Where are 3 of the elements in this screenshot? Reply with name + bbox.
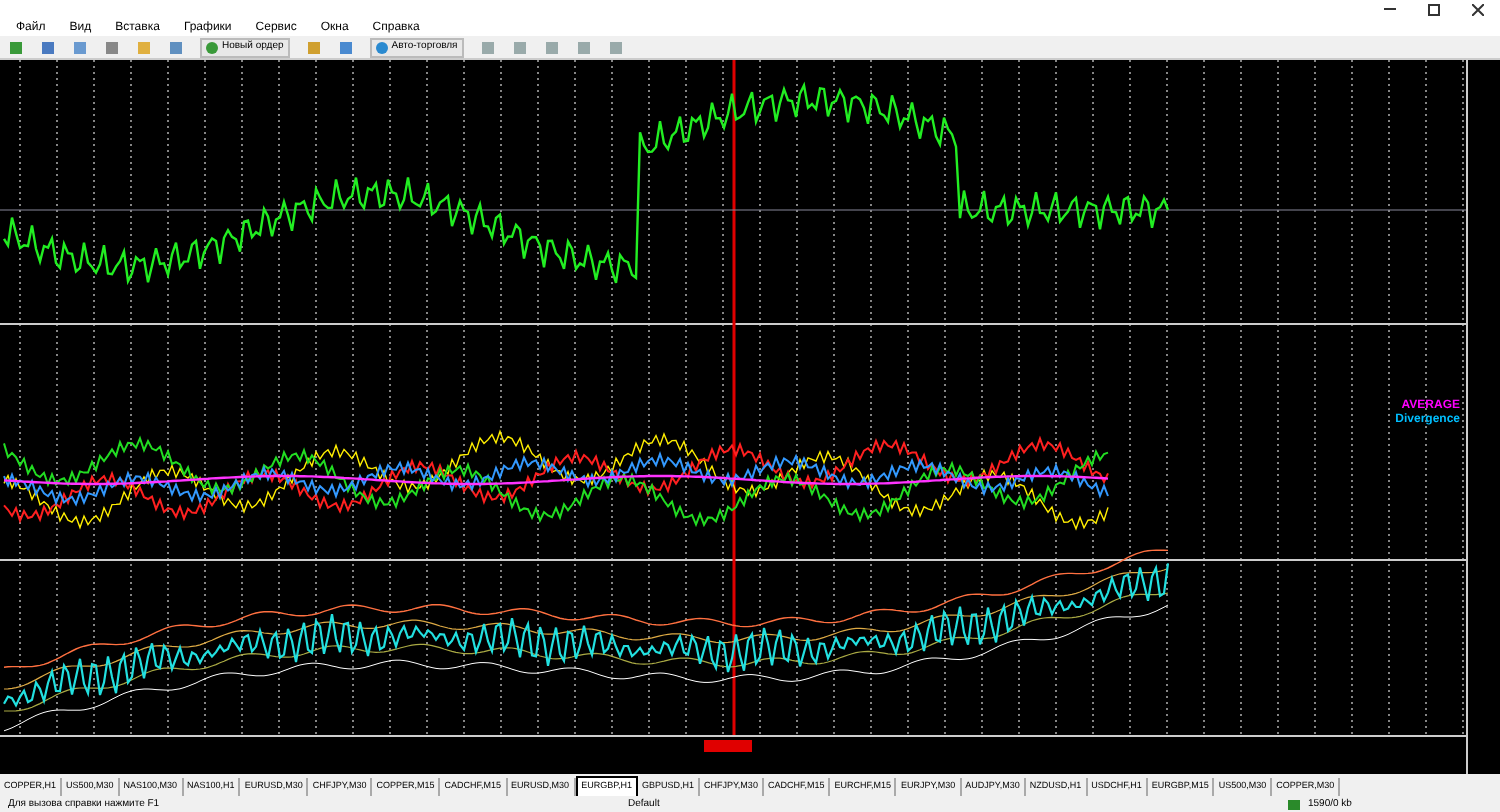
maximize-icon[interactable] bbox=[1428, 4, 1440, 16]
minimize-icon[interactable] bbox=[1384, 8, 1396, 12]
close-icon[interactable] bbox=[1472, 4, 1484, 16]
